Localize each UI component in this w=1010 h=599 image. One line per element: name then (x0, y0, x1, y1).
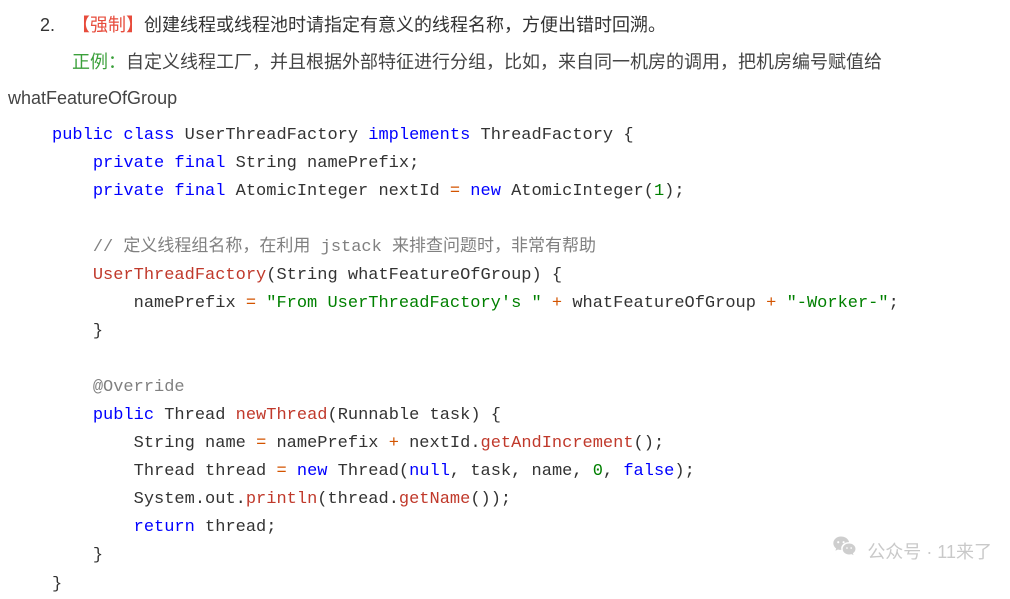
watermark: 公众号 · 11来了 (831, 533, 992, 571)
code-block: public class UserThreadFactory implement… (52, 122, 970, 599)
continuation-text: whatFeatureOfGroup (8, 83, 970, 114)
example-line: 正例：自定义线程工厂，并且根据外部特征进行分组，比如，来自同一机房的调用，把机房… (72, 47, 970, 78)
list-item: 2. 【强制】创建线程或线程池时请指定有意义的线程名称，方便出错时回溯。 正例：… (40, 10, 970, 599)
example-text: 自定义线程工厂，并且根据外部特征进行分组，比如，来自同一机房的调用，把机房编号赋… (126, 52, 882, 72)
example-label: 正例： (72, 52, 126, 72)
title-line: 【强制】创建线程或线程池时请指定有意义的线程名称，方便出错时回溯。 (72, 10, 970, 41)
mandatory-tag: 【强制】 (72, 15, 144, 35)
wechat-icon (831, 533, 859, 571)
watermark-text: 公众号 · 11来了 (867, 537, 992, 568)
title-text: 创建线程或线程池时请指定有意义的线程名称，方便出错时回溯。 (144, 15, 666, 35)
item-content: 【强制】创建线程或线程池时请指定有意义的线程名称，方便出错时回溯。 正例：自定义… (72, 10, 970, 599)
